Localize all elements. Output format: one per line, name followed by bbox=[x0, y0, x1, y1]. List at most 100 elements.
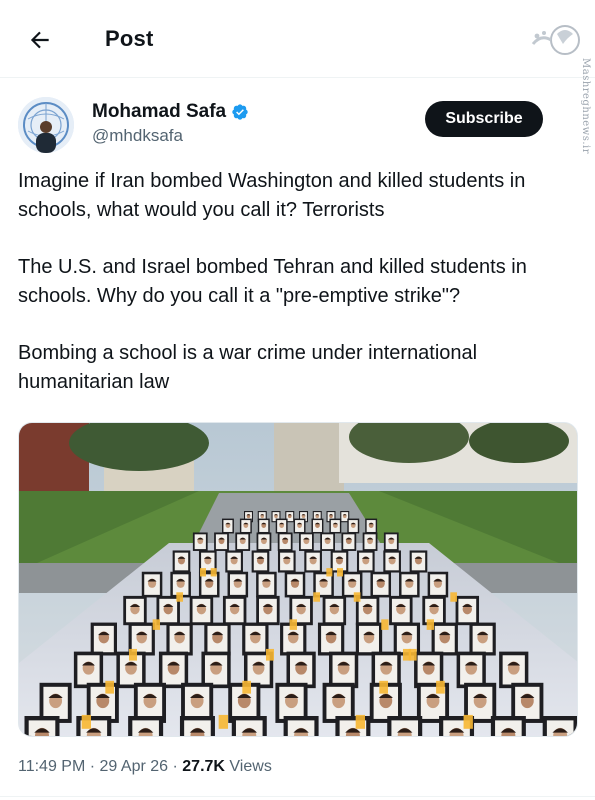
memorial-portrait-frame bbox=[192, 532, 208, 551]
memorial-portrait-frame bbox=[73, 651, 104, 689]
memorial-portrait-frame bbox=[293, 518, 306, 534]
memorial-portrait-frame bbox=[335, 716, 371, 736]
candle-light bbox=[450, 592, 457, 602]
memorial-portrait-frame bbox=[277, 532, 293, 551]
meta-separator-2: · bbox=[172, 758, 178, 775]
watermark-logo-icon bbox=[531, 25, 580, 55]
memorial-portrait-frame bbox=[222, 595, 247, 626]
candle-light bbox=[242, 680, 251, 694]
candle-light bbox=[266, 648, 274, 661]
memorial-portrait-frame bbox=[239, 518, 252, 534]
memorial-portrait-frame bbox=[222, 518, 234, 534]
avatar[interactable] bbox=[18, 97, 74, 153]
memorial-portrait-frame bbox=[204, 622, 231, 656]
views-count[interactable]: 27.7K bbox=[182, 758, 225, 775]
memorial-portrait-frame bbox=[24, 716, 60, 736]
memorial-portrait-frame bbox=[235, 532, 251, 551]
memorial-portrait-frame bbox=[304, 550, 322, 573]
memorial-portrait-frame bbox=[286, 651, 316, 689]
memorial-portrait-frame bbox=[409, 550, 428, 573]
memorial-portrait-frame bbox=[490, 716, 526, 736]
memorial-portrait-frame bbox=[256, 571, 277, 598]
memorial-portrait-frame bbox=[277, 550, 296, 573]
candle-light bbox=[152, 619, 160, 630]
memorial-portrait-frame bbox=[422, 595, 446, 626]
author-name-text: Mohamad Safa bbox=[92, 101, 227, 122]
meta-separator: · bbox=[89, 758, 96, 775]
memorial-portrait-frame bbox=[499, 651, 529, 689]
candle-light bbox=[426, 619, 434, 630]
memorial-portrait-frame bbox=[427, 571, 449, 598]
memorial-portrait-frame bbox=[76, 716, 112, 736]
memorial-portrait-frame bbox=[311, 518, 324, 534]
memorial-portrait-frame bbox=[362, 532, 378, 551]
memorial-portrait-frame bbox=[370, 571, 392, 598]
page-title: Post bbox=[105, 26, 154, 51]
memorial-portrait-frame bbox=[256, 532, 272, 551]
memorial-portrait-frame bbox=[201, 651, 231, 689]
candle-light bbox=[403, 648, 411, 661]
post-date: 29 Apr 26 bbox=[99, 758, 169, 775]
candle-light bbox=[105, 680, 114, 694]
candle-light bbox=[176, 592, 183, 602]
candle-light bbox=[355, 714, 365, 729]
memorial-portrait-frame bbox=[256, 595, 280, 626]
avatar-image bbox=[18, 97, 74, 153]
memorial-portrait-frame bbox=[251, 550, 270, 573]
memorial-portrait-frame bbox=[257, 518, 270, 534]
memorial-portrait-frame bbox=[158, 651, 189, 689]
memorial-portrait-frame bbox=[214, 532, 229, 551]
candle-light bbox=[463, 714, 473, 729]
verified-badge-icon bbox=[232, 104, 248, 120]
memorial-portrait-frame bbox=[189, 595, 214, 626]
memorial-portrait-frame bbox=[179, 716, 215, 736]
back-button[interactable] bbox=[22, 22, 58, 58]
photo-memorial-icon bbox=[19, 423, 577, 736]
memorial-portrait-frame bbox=[141, 571, 163, 598]
memorial-portrait-frame bbox=[320, 532, 335, 551]
candle-light bbox=[218, 714, 228, 729]
memorial-portrait-frame bbox=[227, 571, 249, 598]
candle-light bbox=[337, 568, 343, 577]
post-paragraph-1: Imagine if Iran bombed Washington and ki… bbox=[18, 170, 526, 221]
memorial-portrait-frame bbox=[365, 518, 378, 534]
memorial-portrait-frame bbox=[341, 532, 357, 551]
memorial-portrait-frame bbox=[383, 550, 401, 573]
memorial-portrait-frame bbox=[329, 518, 342, 534]
memorial-portrait-frame bbox=[128, 716, 164, 736]
memorial-portrait-frame bbox=[383, 532, 399, 551]
memorial-portrait-frame bbox=[166, 622, 193, 656]
memorial-portrait-frame bbox=[387, 716, 423, 736]
memorial-portrait-frame bbox=[355, 622, 383, 656]
memorial-portrait-frame bbox=[456, 651, 486, 689]
candle-light bbox=[379, 680, 388, 694]
divider bbox=[0, 796, 595, 797]
subscribe-button[interactable]: Subscribe bbox=[425, 101, 543, 137]
post-paragraph-2: The U.S. and Israel bombed Tehran and ki… bbox=[18, 256, 527, 307]
memorial-portrait-frame bbox=[275, 518, 288, 534]
author-name[interactable]: Mohamad Safa bbox=[92, 101, 249, 123]
watermark-text: Mashreghnews.ir bbox=[580, 58, 591, 155]
memorial-portrait-frame bbox=[231, 716, 267, 736]
memorial-portrait-frame bbox=[455, 595, 480, 626]
candle-light bbox=[81, 714, 91, 729]
arrow-left-icon bbox=[30, 31, 49, 49]
candle-light bbox=[210, 568, 217, 577]
candle-light bbox=[381, 619, 389, 630]
memorial-portrait-frame bbox=[225, 550, 243, 573]
candle-light bbox=[353, 592, 361, 602]
memorial-portrait-frame bbox=[329, 651, 359, 689]
candle-light bbox=[200, 568, 206, 577]
memorial-portrait-frame bbox=[172, 550, 191, 573]
post-meta: 11:49 PM · 29 Apr 26 · 27.7K Views bbox=[18, 758, 272, 776]
memorial-portrait-frame bbox=[123, 595, 147, 626]
memorial-portrait-frame bbox=[542, 716, 577, 736]
memorial-portrait-frame bbox=[322, 595, 347, 626]
author-handle[interactable]: @mhdksafa bbox=[92, 126, 183, 146]
post-image[interactable] bbox=[18, 422, 578, 737]
memorial-portrait-frame bbox=[283, 716, 319, 736]
memorial-portrait-frame bbox=[469, 622, 496, 656]
memorial-portrait-frame bbox=[347, 518, 360, 534]
memorial-portrait-frame bbox=[399, 571, 420, 598]
memorial-portrait-frame bbox=[90, 622, 117, 656]
